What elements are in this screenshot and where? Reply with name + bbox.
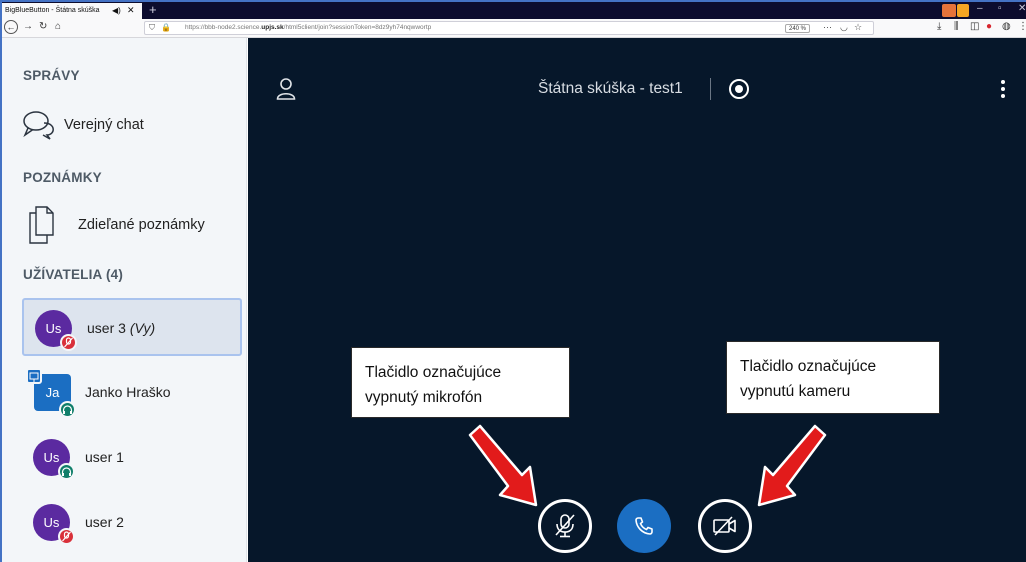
title-divider — [710, 78, 711, 100]
menu-icon[interactable]: ⋮ — [1018, 21, 1026, 32]
forward-arrow-icon[interactable]: → — [23, 21, 33, 32]
mic-callout-line1: Tlačidlo označujúce — [365, 364, 502, 381]
library-icon[interactable]: ⫼ — [954, 21, 959, 32]
window-restore-icon[interactable]: ▫ — [998, 3, 1002, 14]
public-chat-item[interactable]: Verejný chat — [2, 102, 246, 150]
user-name: user 1 — [85, 449, 124, 465]
extension-alert-icon[interactable] — [957, 4, 969, 17]
record-icon[interactable] — [729, 79, 749, 99]
zoom-level[interactable]: 240 % — [785, 24, 811, 33]
tracking-shield-icon[interactable]: ⛉ — [149, 23, 155, 33]
tab-close-icon[interactable]: ✕ — [127, 5, 135, 16]
home-icon[interactable]: ⌂ — [55, 21, 61, 32]
user-list-item[interactable]: Us user 1 — [22, 429, 242, 487]
phone-icon — [635, 517, 653, 535]
muted-mic-status-icon — [58, 528, 75, 545]
self-marker: (Vy) — [129, 320, 156, 336]
documents-icon — [29, 206, 54, 244]
user-list-item[interactable]: Us user 2 — [22, 494, 242, 552]
chat-bubbles-icon — [23, 111, 54, 140]
muted-mic-status-icon — [60, 334, 77, 351]
leave-audio-button[interactable] — [617, 499, 671, 553]
muted-microphone-icon — [555, 514, 575, 538]
public-chat-label: Verejný chat — [64, 117, 144, 133]
reload-icon[interactable]: ↻ — [39, 21, 47, 32]
headphones-status-icon — [59, 401, 76, 418]
url-text[interactable]: https://bbb-node2.science.upjs.sk/html5c… — [185, 24, 431, 31]
downloads-icon[interactable]: ⤓ — [937, 21, 941, 32]
back-arrow-icon[interactable]: ← — [4, 20, 18, 34]
unmute-microphone-button[interactable] — [538, 499, 592, 553]
tab-audio-icon[interactable]: ◀) — [112, 6, 121, 15]
meeting-main-area: Štátna skúška - test1 Tlačidlo označujúc… — [248, 38, 1026, 562]
user-name: user 2 — [85, 514, 124, 530]
window-minimize-icon[interactable]: – — [977, 3, 983, 14]
user-list-item[interactable]: Ja Janko Hraško — [22, 364, 242, 422]
shared-notes-item[interactable]: Zdieľané poznámky — [2, 202, 246, 250]
camera-callout-line2: vypnutú kameru — [740, 383, 851, 400]
user-name: Janko Hraško — [85, 384, 171, 400]
extension-fox-icon[interactable] — [942, 4, 956, 17]
camera-callout-line1: Tlačidlo označujúce — [740, 358, 877, 375]
mic-callout-box: Tlačidlo označujúce vypnutý mikrofón — [351, 347, 570, 418]
browser-tab-strip: BigBlueButton - Štátna skúška ◀) ✕ + – ▫… — [2, 2, 1026, 19]
lock-icon[interactable]: 🔒 — [161, 23, 171, 32]
options-menu-icon[interactable] — [998, 78, 1008, 100]
user-list-toggle-icon[interactable] — [276, 78, 296, 100]
screenshot-frame: BigBlueButton - Štátna skúška ◀) ✕ + – ▫… — [0, 0, 1026, 562]
new-tab-icon[interactable]: + — [149, 2, 157, 17]
messages-section-title: SPRÁVY — [23, 68, 80, 83]
user-name: user 3 (Vy) — [87, 320, 156, 336]
browser-tab[interactable]: BigBlueButton - Štátna skúška ◀) ✕ — [2, 3, 142, 19]
window-close-icon[interactable]: ✕ — [1018, 3, 1026, 14]
camera-off-icon — [713, 516, 736, 536]
pocket-icon[interactable]: ◡ — [840, 22, 848, 33]
shared-notes-label: Zdieľané poznámky — [78, 217, 205, 233]
camera-callout-box: Tlačidlo označujúce vypnutú kameru — [726, 341, 940, 414]
account-icon[interactable]: ◍ — [1002, 21, 1011, 32]
browser-nav-bar: ← → ↻ ⌂ ⛉ 🔒 https://bbb-node2.science.up… — [2, 19, 1026, 38]
users-section-title: UŽÍVATELIA (4) — [23, 267, 124, 282]
sidebar-toggle-icon[interactable]: ◫ — [970, 21, 979, 32]
left-sidebar: SPRÁVY Verejný chat POZNÁMKY Zdieľané po… — [2, 38, 247, 562]
mic-callout-line2: vypnutý mikrofón — [365, 389, 483, 406]
address-bar[interactable]: ⛉ 🔒 https://bbb-node2.science.upjs.sk/ht… — [144, 21, 874, 35]
meeting-title: Štátna skúška - test1 — [538, 80, 683, 97]
red-arrow-camera-icon — [757, 424, 827, 507]
headphones-status-icon — [58, 463, 75, 480]
presenter-icon — [26, 368, 42, 384]
share-webcam-button[interactable] — [698, 499, 752, 553]
page-actions-icon[interactable]: ··· — [823, 22, 832, 32]
tab-title: BigBlueButton - Štátna skúška — [5, 7, 100, 14]
red-arrow-mic-icon — [468, 424, 538, 507]
notes-section-title: POZNÁMKY — [23, 170, 102, 185]
adblock-icon[interactable]: ● — [986, 21, 992, 32]
bookmark-star-icon[interactable]: ☆ — [854, 22, 862, 33]
user-list-item[interactable]: Us user 3 (Vy) — [22, 298, 242, 356]
